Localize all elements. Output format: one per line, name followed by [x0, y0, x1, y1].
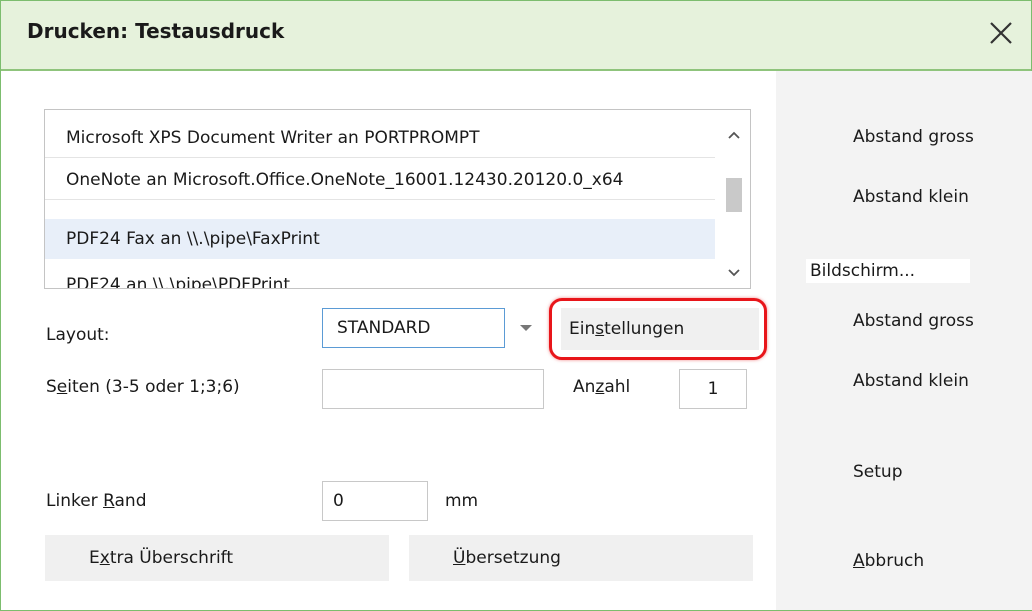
printer-item[interactable]: PDF24 an \\.\pipe\PDFPrint: [45, 265, 715, 288]
extra-heading-accesskey: x: [99, 548, 110, 568]
translation-button[interactable]: Übersetzung: [409, 535, 753, 581]
printer-item[interactable]: OneNote an Microsoft.Office.OneNote_1600…: [45, 160, 715, 200]
dialog-title: Drucken: Testausdruck: [27, 19, 285, 43]
printer-list-scrollbar[interactable]: [716, 110, 750, 288]
scrollbar-thumb[interactable]: [726, 178, 742, 212]
cancel-button[interactable]: Abbruch: [853, 551, 924, 571]
printer-item[interactable]: Microsoft XPS Document Writer an PORTPRO…: [45, 118, 715, 158]
printer-item-selected[interactable]: PDF24 Fax an \\.\pipe\FaxPrint: [45, 219, 715, 259]
screen-button[interactable]: Bildschirm...: [806, 259, 970, 283]
settings-button-label: Ein: [569, 319, 596, 339]
printer-spacing-large-button[interactable]: Abstand gross: [853, 127, 974, 147]
print-dialog: Drucken: Testausdruck Microsoft XPS Docu…: [0, 0, 1032, 611]
layout-label: Layout:: [46, 325, 110, 345]
margin-unit: mm: [445, 491, 479, 511]
layout-select[interactable]: STANDARD: [322, 308, 505, 348]
settings-button[interactable]: Einstellungen: [561, 308, 759, 350]
title-bar: Drucken: Testausdruck: [1, 1, 1031, 71]
layout-value: STANDARD: [337, 318, 431, 338]
settings-button-accesskey: s: [595, 319, 605, 339]
screen-spacing-large-button[interactable]: Abstand gross: [853, 311, 974, 331]
translation-accesskey: Ü: [453, 548, 466, 568]
extra-heading-button[interactable]: Extra Überschrift: [45, 535, 389, 581]
settings-button-label-rest: tellungen: [604, 319, 685, 339]
scroll-up-icon[interactable]: [726, 128, 742, 142]
extra-heading-label: E: [89, 548, 100, 568]
printer-list[interactable]: Microsoft XPS Document Writer an PORTPRO…: [44, 109, 751, 289]
translation-label: bersetzung: [465, 548, 561, 568]
screen-spacing-small-button[interactable]: Abstand klein: [853, 371, 969, 391]
dropdown-arrow-icon[interactable]: [515, 321, 537, 335]
right-panel: Abstand gross Abstand klein Bildschirm..…: [776, 71, 1032, 610]
pages-label: Seiten (3-5 oder 1;3;6): [46, 377, 240, 397]
copies-label: Anzahl: [573, 377, 631, 397]
scroll-down-icon[interactable]: [726, 266, 742, 280]
close-icon[interactable]: [981, 13, 1021, 53]
pages-input[interactable]: [322, 369, 544, 409]
margin-input[interactable]: 0: [322, 481, 428, 521]
margin-label: Linker Rand: [46, 491, 147, 511]
copies-input[interactable]: 1: [679, 369, 747, 409]
extra-heading-label-rest: tra Überschrift: [109, 548, 234, 568]
setup-button[interactable]: Setup: [853, 462, 902, 482]
printer-spacing-small-button[interactable]: Abstand klein: [853, 187, 969, 207]
